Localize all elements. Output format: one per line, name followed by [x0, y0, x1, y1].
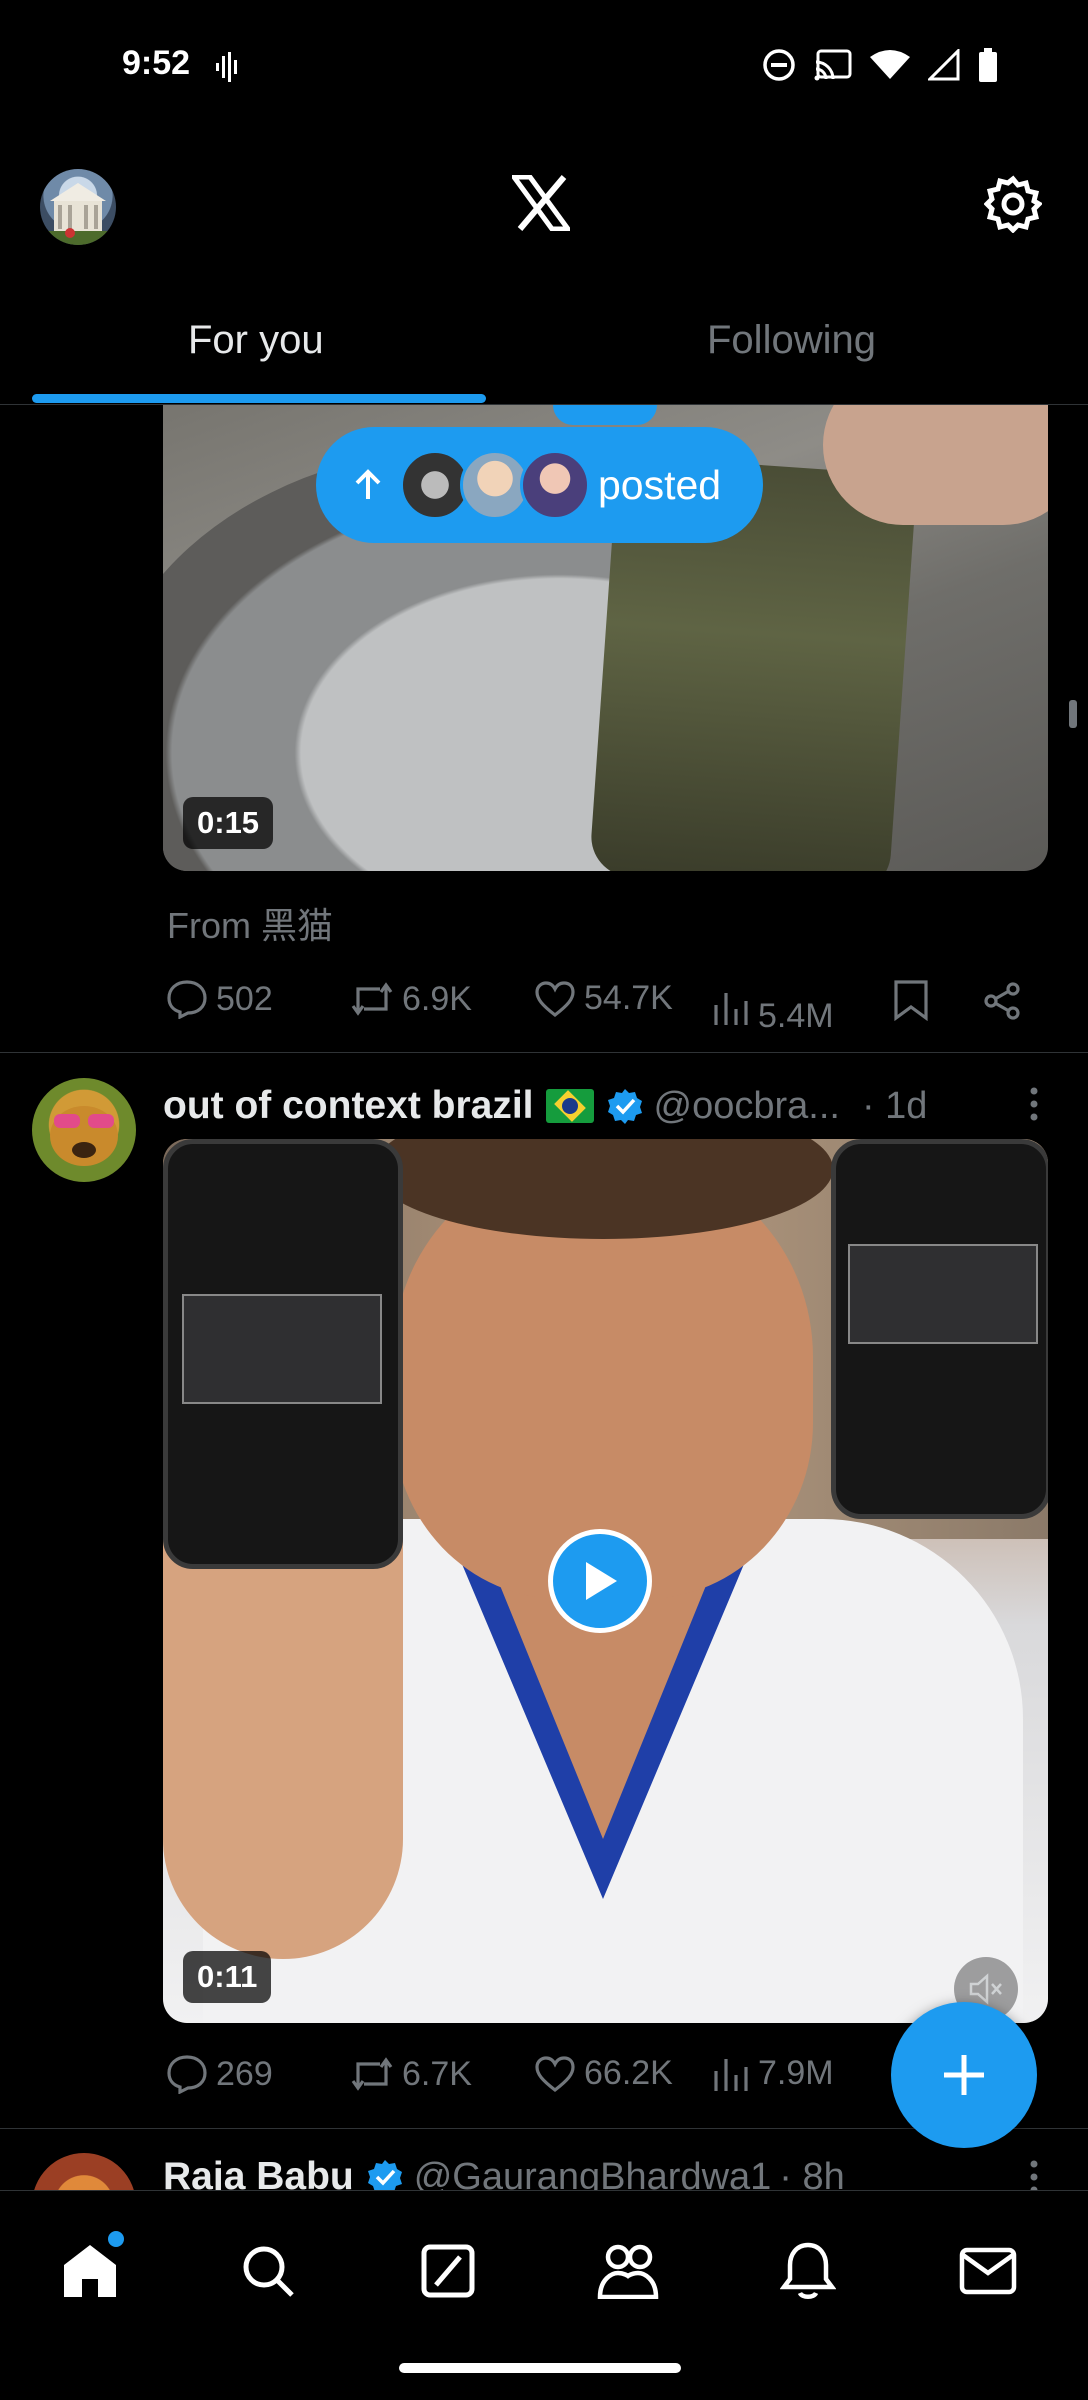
- home-notification-dot: [108, 2231, 124, 2247]
- tweet1-like-count: 54.7K: [584, 979, 673, 1017]
- bookmark-icon[interactable]: [893, 979, 929, 1021]
- share-icon[interactable]: [982, 981, 1022, 1021]
- tweet3-header: Raja Babu @GaurangBhardwa1 · 8h: [163, 2149, 845, 2190]
- tweet2-avatar-image: [50, 1106, 118, 1166]
- active-tab-indicator: [32, 394, 486, 403]
- arrow-up-icon: [355, 469, 381, 499]
- brazil-flag-icon: [545, 1089, 594, 1123]
- tweet2-play-button[interactable]: [548, 1529, 652, 1633]
- tweet2-timestamp: · 1d: [861, 1084, 928, 1127]
- tweet2-author-avatar[interactable]: [32, 1078, 136, 1182]
- settings-gear-icon[interactable]: [984, 175, 1042, 233]
- tweet2-reply-button[interactable]: 269: [166, 2054, 273, 2094]
- video-frame-phone-right: [831, 1139, 1048, 1519]
- home-icon: [64, 2245, 116, 2297]
- heart-icon: [535, 980, 575, 1017]
- tweet1-views-button[interactable]: 5.4M: [712, 979, 834, 1036]
- nav-messages[interactable]: [948, 2231, 1028, 2311]
- tweet1-reply-count: 502: [216, 979, 273, 1018]
- timeline-feed[interactable]: 0:15 posted From 黑猫 502 6.9K 54.7K 5.4M …: [0, 405, 1088, 2190]
- tweet3-handle[interactable]: @GaurangBhardwa1: [414, 2156, 772, 2191]
- messages-envelope-icon: [959, 2247, 1017, 2295]
- tweet1-play-button[interactable]: [553, 405, 657, 425]
- nav-search[interactable]: [228, 2231, 308, 2311]
- reply-icon: [167, 2055, 207, 2094]
- tweet3-timestamp: · 8h: [779, 2155, 845, 2191]
- cell-signal-icon: [928, 49, 960, 81]
- tweet3-author-avatar[interactable]: [32, 2153, 136, 2190]
- tweet1-repost-button[interactable]: 6.9K: [350, 979, 472, 1019]
- video-frame-phone-left: [163, 1139, 403, 1569]
- repost-icon: [351, 982, 393, 1016]
- app-header: [0, 135, 1088, 270]
- status-icons: [762, 48, 998, 82]
- tweet-divider: [0, 1052, 1088, 1053]
- tweet2-handle[interactable]: @oocbra...: [654, 1085, 840, 1128]
- compose-post-button[interactable]: [891, 2002, 1037, 2148]
- heart-icon: [535, 2055, 575, 2092]
- search-icon: [243, 2246, 294, 2297]
- tweet2-like-button[interactable]: 66.2K: [534, 2054, 673, 2093]
- reply-icon: [167, 980, 207, 1019]
- cast-icon: [814, 49, 852, 81]
- nav-communities[interactable]: [588, 2231, 668, 2311]
- tweet2-view-count: 7.9M: [758, 2054, 834, 2092]
- analytics-icon: [714, 992, 748, 1025]
- tweet2-repost-count: 6.7K: [402, 2054, 472, 2093]
- tweet2-like-count: 66.2K: [584, 2054, 673, 2092]
- tweet1-source-attribution[interactable]: From 黑猫: [167, 897, 333, 949]
- bottom-navigation: [0, 2190, 1088, 2400]
- grok-icon: [421, 2244, 475, 2298]
- notifications-bell-icon: [780, 2242, 836, 2299]
- battery-icon: [979, 48, 997, 82]
- tweet2-reply-count: 269: [216, 2054, 273, 2093]
- nav-notifications[interactable]: [768, 2231, 848, 2311]
- tweet1-repost-count: 6.9K: [402, 979, 472, 1018]
- analytics-icon: [714, 2058, 748, 2091]
- tweet1-video-duration: 0:15: [183, 797, 274, 849]
- status-time: 9:52: [122, 44, 191, 82]
- nav-home[interactable]: [50, 2231, 130, 2311]
- tweet1-like-button[interactable]: 54.7K: [534, 979, 673, 1018]
- do-not-disturb-icon: [763, 49, 795, 81]
- verified-badge-icon: [367, 2160, 402, 2190]
- play-icon: [586, 1562, 617, 1600]
- repost-icon: [351, 2057, 393, 2091]
- new-posts-pill[interactable]: posted: [316, 427, 763, 543]
- new-post-avatar: [520, 450, 590, 520]
- tweet2-header: out of context brazil @oocbra... · 1d: [163, 1076, 1043, 1136]
- verified-badge-icon: [607, 1089, 642, 1124]
- tweet2-views-button[interactable]: 7.9M: [712, 2054, 834, 2093]
- tweet2-video[interactable]: 0:11: [163, 1139, 1048, 2023]
- profile-avatar[interactable]: [40, 169, 116, 245]
- new-posts-avatars: [400, 445, 590, 525]
- wifi-icon: [870, 50, 910, 79]
- status-bar: 9:52: [0, 0, 1088, 135]
- plus-icon: [944, 2055, 984, 2095]
- tweet2-repost-button[interactable]: 6.7K: [350, 2054, 472, 2094]
- scrollbar-thumb[interactable]: [1069, 700, 1077, 728]
- voice-activity-icon: [216, 52, 237, 82]
- tweet1-reply-button[interactable]: 502: [166, 979, 273, 1019]
- timeline-tabs: For you Following: [0, 290, 1088, 405]
- gesture-navigation-bar[interactable]: [399, 2363, 681, 2373]
- nav-grok[interactable]: [408, 2231, 488, 2311]
- tab-following[interactable]: Following: [707, 318, 876, 363]
- profile-avatar-image: [40, 183, 116, 245]
- tweet2-video-duration: 0:11: [183, 1951, 272, 2003]
- muted-speaker-icon: [969, 1973, 1002, 2005]
- more-options-icon[interactable]: [1028, 2159, 1040, 2190]
- x-logo-icon[interactable]: [512, 175, 570, 231]
- tweet2-display-name[interactable]: out of context brazil: [163, 1084, 534, 1128]
- new-posts-label: posted: [598, 461, 722, 508]
- communities-icon: [597, 2244, 659, 2299]
- tweet1-view-count: 5.4M: [758, 997, 834, 1035]
- video-frame-hand: [823, 405, 1048, 525]
- more-options-icon[interactable]: [1028, 1086, 1040, 1122]
- tab-for-you[interactable]: For you: [188, 318, 324, 363]
- tweet3-display-name[interactable]: Raja Babu: [163, 2155, 354, 2190]
